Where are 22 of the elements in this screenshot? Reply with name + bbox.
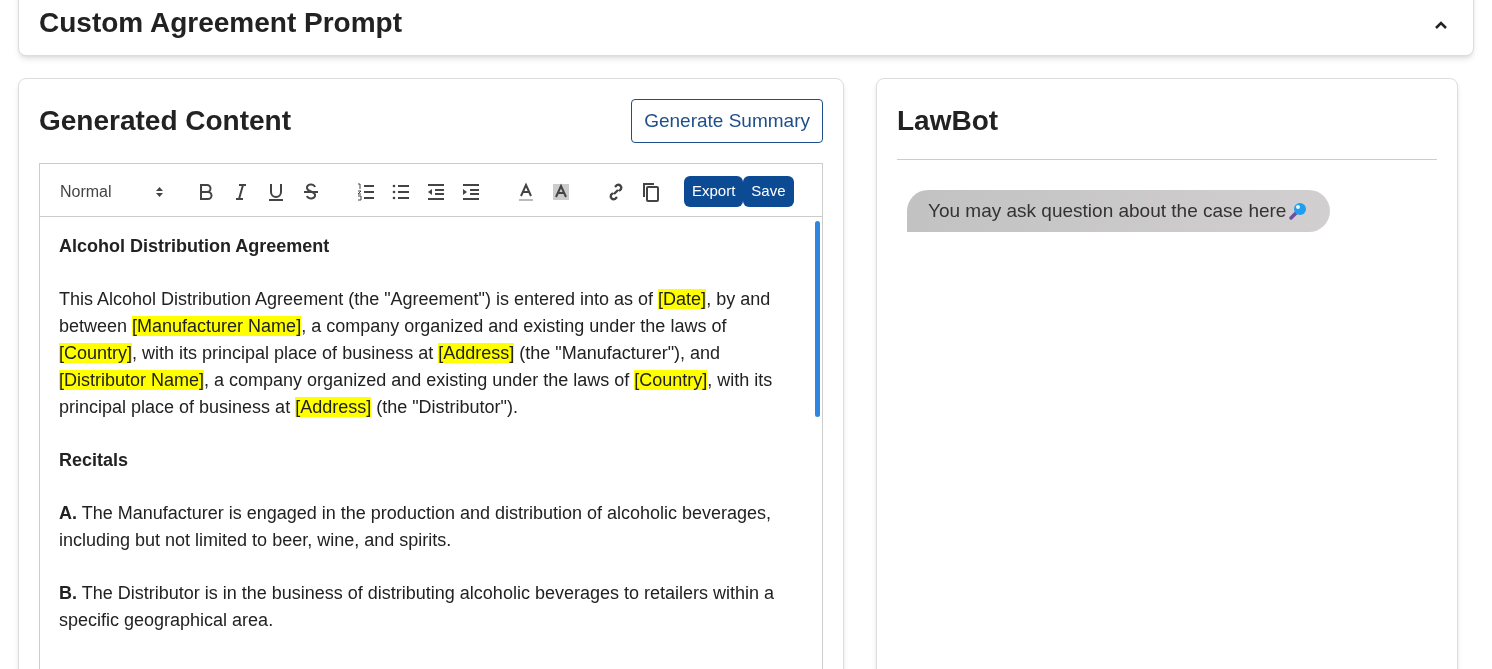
indent-icon — [460, 181, 481, 202]
style-select[interactable]: Normal — [50, 179, 166, 204]
scrollbar[interactable] — [815, 221, 820, 417]
paragraph: A. The Manufacturer is engaged in the production and distribution of alcoholic beverages, including but not limited to beer, wine, and spirits. — [59, 502, 773, 552]
section-heading: Recitals — [59, 449, 130, 472]
paragraph: B. The Distributor is in the business of distributing alcoholic beverages to retailers within a specific geographical area. — [59, 582, 776, 632]
card-title: Generated Content — [39, 104, 292, 138]
highlight-icon — [550, 181, 571, 202]
numbered-list-icon — [355, 181, 376, 202]
copy-icon — [640, 181, 661, 202]
chat-bubble: You may ask question about the case here — [907, 190, 1331, 232]
card-title: Custom Agreement Prompt — [39, 9, 402, 37]
outdent-icon — [425, 181, 446, 202]
save-button[interactable]: Save — [743, 176, 794, 207]
section-heading: Alcohol Distribution Agreement — [59, 235, 331, 258]
sort-icon — [155, 184, 164, 199]
magnifier-icon — [1288, 201, 1309, 221]
card-title: LawBot — [897, 104, 1000, 138]
chevron-icon — [1434, 20, 1448, 30]
export-button[interactable]: Export — [684, 176, 744, 207]
paragraph: This Alcohol Distribution Agreement (the "Agreement") is entered into as of [Date], by and between [Manufacturer Name], a company organized and existing under the laws of [Country], with its principal place of business at [Address] (the "Manufacturer"), and [Distributor Name], a company organized and existing under the laws of [Country], with its principal place of business at [Address] (the "Distributor"). — [59, 288, 774, 419]
generate-summary-button[interactable]: Generate Summary — [631, 99, 823, 143]
